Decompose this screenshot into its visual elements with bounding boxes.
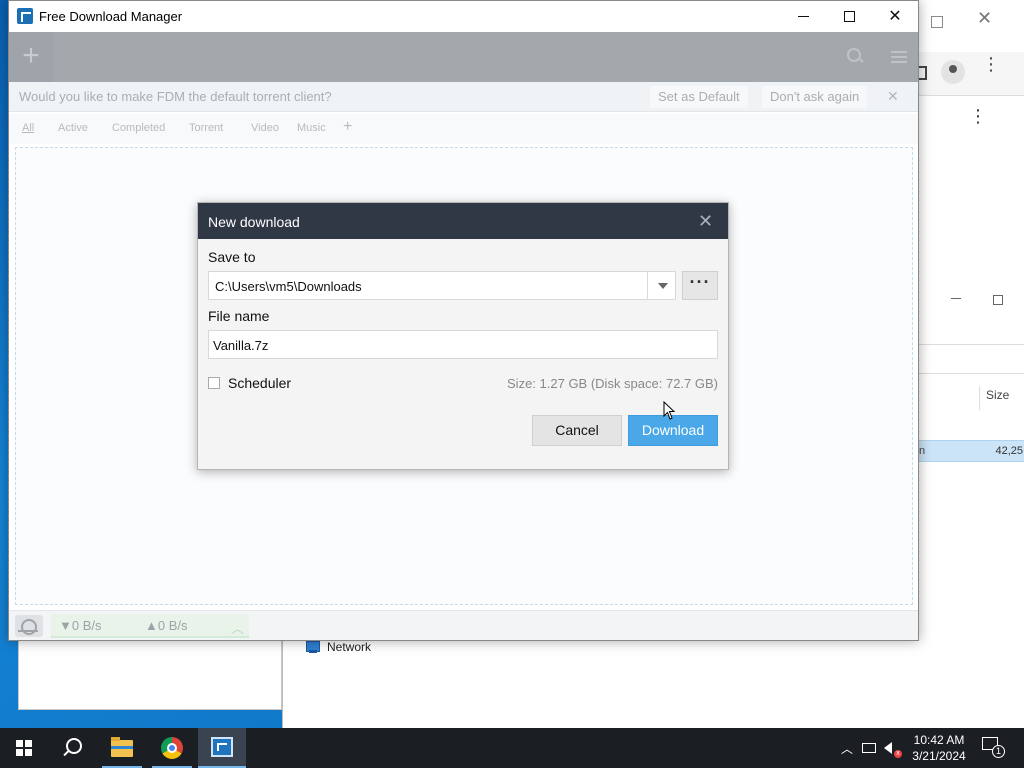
new-download-dialog: New download ✕ Save to C:\Users\vm5\Down… [197, 202, 729, 470]
download-speed: ▼0 B/s [59, 618, 102, 633]
save-to-label: Save to [208, 249, 256, 265]
close-button[interactable]: ✕ [872, 1, 918, 31]
tab-torrent[interactable]: Torrent [189, 122, 223, 134]
fdm-app-icon [211, 737, 233, 757]
taskbar: ︿ x 10:42 AM 3/21/2024 1 [0, 728, 1024, 768]
tab-all[interactable]: All [22, 122, 34, 134]
notification-count-badge: 1 [992, 745, 1005, 758]
set-as-default-button[interactable]: Set as Default [650, 86, 748, 108]
file-name-field[interactable]: Vanilla.7z [208, 330, 718, 359]
profile-icon[interactable] [941, 60, 965, 84]
add-download-button[interactable]: + [9, 32, 53, 82]
kebab-menu-icon[interactable]: ⋮ [982, 55, 1000, 73]
save-to-value: C:\Users\vm5\Downloads [215, 279, 362, 294]
explorer-address-bar [919, 344, 1024, 374]
notification-close-icon[interactable]: ✕ [887, 88, 899, 105]
maximize-icon [843, 10, 855, 22]
start-button[interactable] [0, 728, 48, 768]
dialog-title: New download [208, 214, 300, 230]
mouse-cursor-icon [663, 401, 676, 420]
upload-speed: ▲0 B/s [145, 618, 188, 633]
close-icon: ✕ [888, 8, 902, 25]
snail-speed-icon[interactable] [15, 615, 43, 637]
filter-tabs: All Active Completed Torrent Video Music… [9, 114, 918, 144]
dialog-header: New download ✕ [198, 203, 728, 239]
taskbar-file-explorer[interactable] [98, 728, 146, 768]
maximize-icon[interactable] [931, 16, 943, 28]
background-window [18, 640, 282, 710]
folder-icon [111, 736, 133, 757]
network-icon [305, 640, 321, 654]
add-tab-icon[interactable]: + [343, 118, 352, 136]
tab-music[interactable]: Music [297, 122, 326, 134]
search-icon [62, 738, 82, 758]
search-icon[interactable] [847, 48, 863, 64]
scheduler-checkbox[interactable] [208, 377, 220, 389]
column-header-size[interactable]: Size [979, 386, 1024, 410]
windows-logo-icon [16, 740, 32, 756]
maximize-icon[interactable] [993, 295, 1003, 305]
tab-video[interactable]: Video [251, 122, 279, 134]
tray-show-hidden-icons[interactable]: ︿ [838, 728, 856, 768]
minimize-button[interactable] [780, 1, 826, 31]
titlebar: Free Download Manager ✕ [9, 1, 918, 32]
action-center-button[interactable]: 1 [982, 737, 1005, 759]
search-button[interactable] [48, 728, 96, 768]
taskbar-chrome[interactable] [148, 728, 196, 768]
taskbar-fdm[interactable] [198, 728, 246, 768]
dont-ask-again-button[interactable]: Don't ask again [762, 86, 868, 108]
scheduler-label[interactable]: Scheduler [228, 375, 291, 391]
volume-muted-icon[interactable]: x [884, 728, 904, 768]
tab-active[interactable]: Active [58, 122, 88, 134]
clock-date: 3/21/2024 [912, 749, 966, 763]
cancel-button[interactable]: Cancel [532, 415, 622, 446]
system-clock[interactable]: 10:42 AM 3/21/2024 [908, 732, 970, 764]
toolbar: + [9, 32, 918, 82]
file-row-name: n [919, 445, 926, 457]
file-name-label: File name [208, 308, 270, 324]
status-bar: ▼0 B/s ▲0 B/s ︿ [9, 610, 918, 640]
size-info: Size: 1.27 GB (Disk space: 72.7 GB) [507, 376, 718, 391]
maximize-button[interactable] [826, 1, 872, 31]
chrome-icon [161, 737, 183, 759]
notification-message: Would you like to make FDM the default t… [19, 89, 332, 104]
file-row[interactable]: n 42,25 [919, 440, 1024, 462]
minimize-icon[interactable] [951, 298, 961, 299]
nav-item-network-label: Network [327, 640, 372, 654]
combobox-divider [647, 272, 648, 299]
fdm-app-icon [17, 8, 33, 24]
browse-folder-button[interactable]: ··· [682, 271, 718, 300]
tab-completed[interactable]: Completed [112, 122, 165, 134]
dialog-close-icon[interactable]: ✕ [698, 211, 713, 232]
kebab-menu-icon[interactable]: ⋮ [969, 107, 987, 125]
explorer-titlebar [919, 286, 1024, 316]
chevron-up-icon[interactable]: ︿ [231, 618, 244, 637]
default-client-notification: Would you like to make FDM the default t… [9, 82, 918, 112]
save-to-combobox[interactable]: C:\Users\vm5\Downloads [208, 271, 676, 300]
nav-item-network[interactable]: Network [305, 640, 371, 654]
clock-time: 10:42 AM [913, 733, 965, 747]
hamburger-menu-icon[interactable] [891, 51, 907, 63]
window-title: Free Download Manager [39, 9, 183, 24]
file-row-size: 42,25 [995, 445, 1023, 457]
speed-panel[interactable]: ▼0 B/s ▲0 B/s ︿ [51, 614, 249, 638]
network-status-icon[interactable] [862, 728, 880, 768]
minimize-icon [797, 15, 809, 17]
chevron-down-icon[interactable] [658, 283, 668, 289]
close-icon[interactable]: ✕ [977, 8, 992, 29]
